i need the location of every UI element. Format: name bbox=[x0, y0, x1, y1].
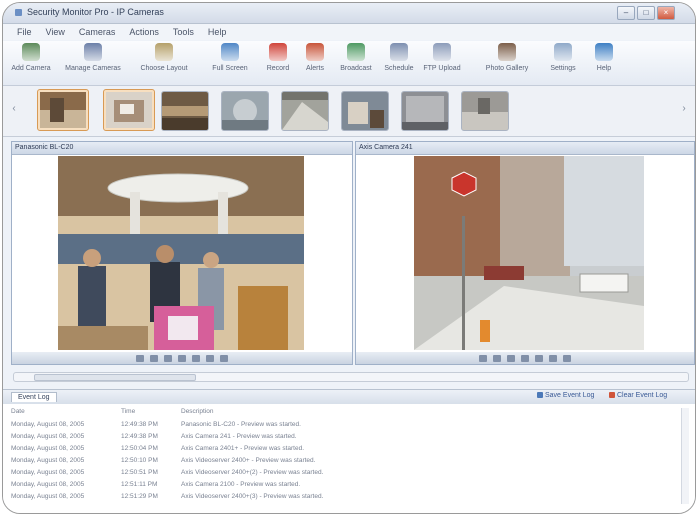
menu-file[interactable]: File bbox=[17, 24, 32, 40]
help-button[interactable]: Help bbox=[591, 43, 617, 72]
tab-event-log[interactable]: Event Log bbox=[11, 392, 57, 402]
alerts-icon bbox=[306, 43, 324, 61]
video-pane-right[interactable]: Axis Camera 241 bbox=[355, 141, 695, 365]
camera-thumbnail[interactable] bbox=[103, 89, 155, 131]
zoom-icon[interactable] bbox=[507, 354, 515, 362]
camera-thumbnail[interactable] bbox=[37, 89, 89, 131]
choose-layout-button[interactable]: Choose Layout bbox=[137, 43, 191, 72]
event-log-bar: Event Log Save Event Log Clear Event Log bbox=[3, 389, 695, 404]
video-controls bbox=[356, 352, 694, 364]
menu-cameras[interactable]: Cameras bbox=[79, 24, 116, 40]
minimize-button[interactable]: – bbox=[617, 6, 635, 20]
menu-actions[interactable]: Actions bbox=[129, 24, 159, 40]
full-screen-button[interactable]: Full Screen bbox=[207, 43, 253, 72]
settings-icon bbox=[554, 43, 572, 61]
camera-thumbnail-strip: ‹ › bbox=[3, 86, 695, 137]
vertical-scrollbar[interactable] bbox=[681, 408, 689, 504]
broadcast-button[interactable]: Broadcast bbox=[335, 43, 377, 72]
close-button[interactable]: × bbox=[657, 6, 675, 20]
ftp-upload-icon bbox=[433, 43, 451, 61]
thumbnail-image bbox=[282, 92, 328, 130]
camera-add-icon bbox=[22, 43, 40, 61]
event-log-list: Date Time Description Monday, August 08,… bbox=[3, 404, 695, 513]
alerts-button[interactable]: Alerts bbox=[299, 43, 331, 72]
pane-title: Axis Camera 241 bbox=[356, 142, 694, 155]
camera-feed-image bbox=[58, 156, 304, 350]
toolbar: Add Camera Manage Cameras Choose Layout … bbox=[3, 41, 695, 86]
record-icon[interactable] bbox=[493, 354, 501, 362]
schedule-button[interactable]: Schedule bbox=[379, 43, 419, 72]
menu-tools[interactable]: Tools bbox=[173, 24, 194, 40]
scroll-left-icon[interactable]: ‹ bbox=[9, 102, 19, 116]
fullscreen-icon[interactable] bbox=[206, 354, 214, 362]
thumbnail-image bbox=[222, 92, 268, 130]
save-event-log-button[interactable]: Save Event Log bbox=[537, 392, 594, 399]
snapshot-icon[interactable] bbox=[479, 354, 487, 362]
thumbnail-image bbox=[40, 92, 86, 128]
save-icon bbox=[537, 392, 543, 398]
video-controls bbox=[12, 352, 352, 364]
camera-thumbnail[interactable] bbox=[461, 91, 509, 131]
scrollbar-thumb[interactable] bbox=[34, 374, 196, 381]
zoom-icon[interactable] bbox=[164, 354, 172, 362]
layout-icon bbox=[155, 43, 173, 61]
pane-title: Panasonic BL-C20 bbox=[12, 142, 352, 155]
pan-icon[interactable] bbox=[178, 354, 186, 362]
thumbnail-image bbox=[106, 92, 152, 128]
photo-gallery-icon bbox=[498, 43, 516, 61]
photo-gallery-button[interactable]: Photo Gallery bbox=[479, 43, 535, 72]
fullscreen-icon bbox=[221, 43, 239, 61]
window-controls: – □ × bbox=[617, 6, 675, 20]
menu-view[interactable]: View bbox=[46, 24, 65, 40]
camera-thumbnail[interactable] bbox=[161, 91, 209, 131]
menu-bar: File View Cameras Actions Tools Help bbox=[3, 24, 695, 40]
thumbnail-image bbox=[342, 92, 388, 130]
menu-help[interactable]: Help bbox=[208, 24, 227, 40]
window-title: Security Monitor Pro - IP Cameras bbox=[27, 7, 164, 17]
settings-button[interactable]: Settings bbox=[545, 43, 581, 72]
app-icon bbox=[15, 9, 22, 16]
clear-event-log-button[interactable]: Clear Event Log bbox=[609, 392, 667, 399]
help-icon bbox=[595, 43, 613, 61]
audio-icon[interactable] bbox=[535, 354, 543, 362]
audio-icon[interactable] bbox=[192, 354, 200, 362]
record-icon bbox=[269, 43, 287, 61]
schedule-icon bbox=[390, 43, 408, 61]
add-camera-button[interactable]: Add Camera bbox=[11, 43, 51, 72]
camera-feed-image bbox=[414, 156, 644, 350]
clear-icon bbox=[609, 392, 615, 398]
snapshot-icon[interactable] bbox=[136, 354, 144, 362]
maximize-button[interactable]: □ bbox=[637, 6, 655, 20]
scroll-right-icon[interactable]: › bbox=[679, 102, 689, 116]
fullscreen-icon[interactable] bbox=[549, 354, 557, 362]
thumbnail-image bbox=[402, 92, 448, 130]
ftp-upload-button[interactable]: FTP Upload bbox=[421, 43, 463, 72]
broadcast-icon bbox=[347, 43, 365, 61]
record-icon[interactable] bbox=[150, 354, 158, 362]
thumbnail-image bbox=[462, 92, 508, 130]
camera-thumbnail[interactable] bbox=[221, 91, 269, 131]
settings-icon[interactable] bbox=[563, 354, 571, 362]
manage-cameras-icon bbox=[84, 43, 102, 61]
pan-icon[interactable] bbox=[521, 354, 529, 362]
camera-thumbnail[interactable] bbox=[341, 91, 389, 131]
camera-thumbnail[interactable] bbox=[281, 91, 329, 131]
camera-thumbnail[interactable] bbox=[401, 91, 449, 131]
video-pane-left[interactable]: Panasonic BL-C20 bbox=[11, 141, 353, 365]
app-window: Security Monitor Pro - IP Cameras – □ × … bbox=[2, 2, 696, 514]
record-button[interactable]: Record bbox=[261, 43, 295, 72]
manage-cameras-button[interactable]: Manage Cameras bbox=[65, 43, 121, 72]
thumbnail-image bbox=[162, 92, 208, 130]
settings-icon[interactable] bbox=[220, 354, 228, 362]
title-bar: Security Monitor Pro - IP Cameras – □ × bbox=[3, 3, 695, 24]
horizontal-scrollbar[interactable] bbox=[13, 372, 689, 382]
